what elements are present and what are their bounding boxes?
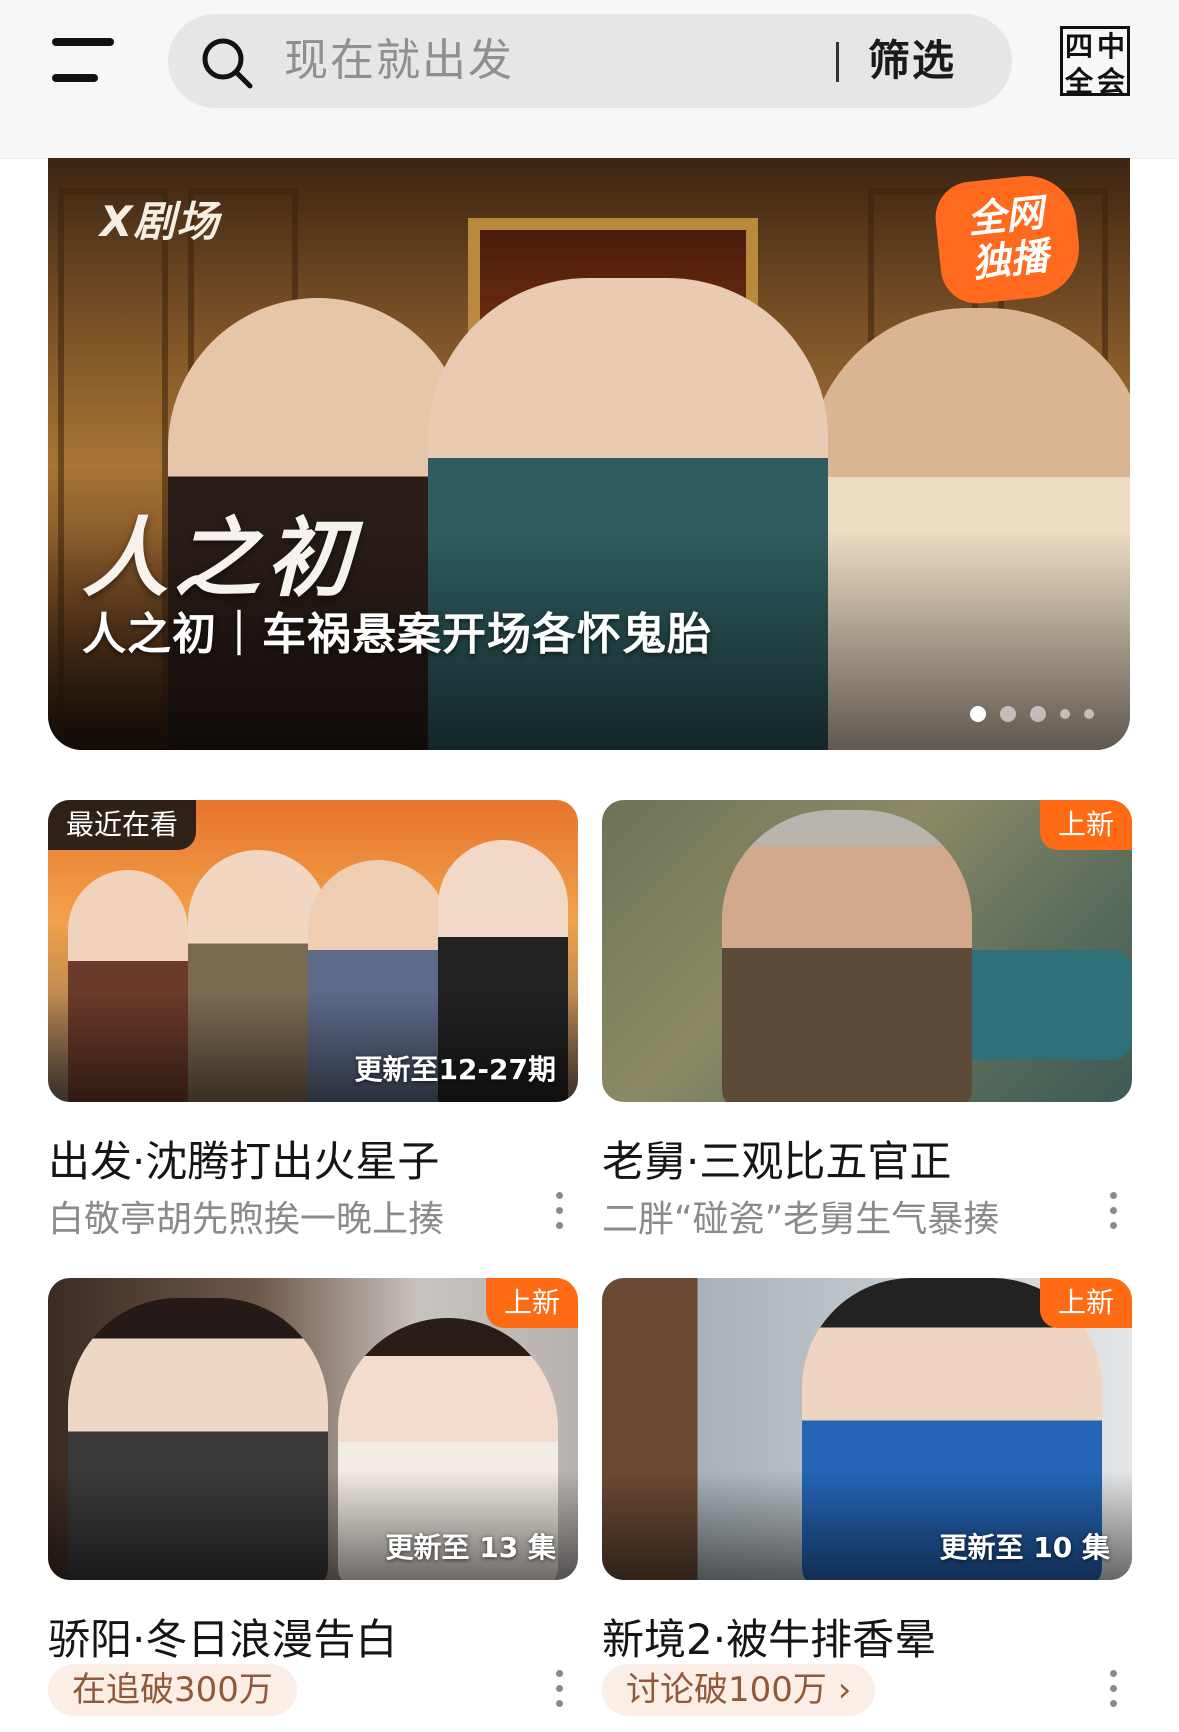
episode-label: 更新至12-27期 — [354, 1053, 556, 1086]
video-thumbnail[interactable]: 最近在看 更新至12-27期 — [48, 800, 578, 1102]
search-divider — [836, 42, 839, 82]
card-title[interactable]: 新境2·被牛排香晕 — [602, 1606, 936, 1667]
carousel-dot[interactable] — [1084, 709, 1094, 719]
episode-label: 更新至 13 集 — [385, 1531, 556, 1564]
more-options-icon[interactable] — [1108, 1670, 1118, 1708]
more-options-icon[interactable] — [1108, 1192, 1118, 1230]
badge-char: 中 — [1096, 30, 1125, 63]
menu-icon[interactable] — [52, 38, 116, 86]
video-thumbnail[interactable]: 上新 更新至 13 集 — [48, 1278, 578, 1580]
video-card[interactable]: 最近在看 更新至12-27期 出发·沈腾打出火星子 白敬亭胡先煦挨一晚上揍 — [48, 800, 578, 1240]
show-logo-title: 人之初 — [82, 508, 358, 609]
search-placeholder: 现在就出发 — [284, 35, 514, 86]
filter-button[interactable]: 筛选 — [868, 14, 956, 108]
card-subtitle: 白敬亭胡先煦挨一晚上揍 — [48, 1199, 445, 1240]
badge-char: 四 — [1064, 30, 1093, 63]
card-title[interactable]: 骄阳·冬日浪漫告白 — [48, 1606, 397, 1667]
discussion-chip[interactable]: 讨论破100万 › — [602, 1664, 876, 1716]
card-title[interactable]: 出发·沈腾打出火星子 — [48, 1128, 439, 1189]
carousel-dot[interactable] — [970, 706, 986, 722]
hero-banner[interactable]: X剧场 全网 独播 人之初 人之初｜车祸悬案开场各怀鬼胎 — [48, 158, 1130, 750]
search-input[interactable]: 现在就出发 筛选 — [168, 14, 1012, 108]
plenum-badge-icon[interactable]: 四 中 全 会 — [1060, 26, 1130, 98]
carousel-dot[interactable] — [1030, 706, 1046, 722]
card-subtitle: 二胖“碰瓷”老舅生气暴揍 — [602, 1199, 1000, 1240]
carousel-dot[interactable] — [1000, 706, 1016, 722]
badge-char: 会 — [1096, 65, 1125, 98]
search-icon — [202, 38, 253, 89]
video-card[interactable]: 上新 老舅·三观比五官正 二胖“碰瓷”老舅生气暴揍 — [602, 800, 1132, 1240]
episode-label: 更新至 10 集 — [939, 1531, 1110, 1564]
more-options-icon[interactable] — [554, 1192, 564, 1230]
carousel-dots[interactable] — [970, 706, 1094, 722]
new-tag: 上新 — [485, 1278, 578, 1328]
video-card[interactable]: 上新 更新至 10 集 新境2·被牛排香晕 讨论破100万 › — [602, 1278, 1132, 1716]
video-thumbnail[interactable]: 上新 — [602, 800, 1132, 1102]
more-options-icon[interactable] — [554, 1670, 564, 1708]
badge-char: 全 — [1064, 65, 1093, 98]
video-thumbnail[interactable]: 上新 更新至 10 集 — [602, 1278, 1132, 1580]
video-card[interactable]: 上新 更新至 13 集 骄阳·冬日浪漫告白 在追破300万 — [48, 1278, 578, 1716]
card-title[interactable]: 老舅·三观比五官正 — [602, 1128, 951, 1189]
new-tag: 上新 — [1039, 1278, 1132, 1328]
new-tag: 上新 — [1039, 800, 1132, 850]
recent-tag: 最近在看 — [48, 800, 197, 850]
carousel-dot[interactable] — [1060, 709, 1070, 719]
hero-caption: 人之初｜车祸悬案开场各怀鬼胎 — [82, 609, 712, 660]
top-bar: 现在就出发 筛选 四 中 全 会 — [0, 0, 1179, 159]
popularity-chip[interactable]: 在追破300万 — [48, 1664, 297, 1716]
x-theater-logo: X剧场 — [100, 197, 220, 246]
